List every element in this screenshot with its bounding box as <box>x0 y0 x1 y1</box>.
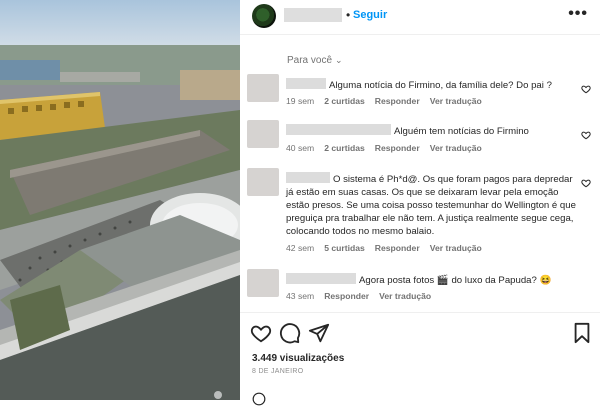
post-header: • Seguir ••• <box>240 0 600 34</box>
comment-time: 19 sem <box>286 96 315 106</box>
commenter-avatar[interactable] <box>247 120 279 148</box>
comment-text-block: Alguém tem notícias do Firmino <box>286 124 578 138</box>
reply-button[interactable]: Responder <box>324 291 369 301</box>
comment-like-heart-icon[interactable] <box>581 130 591 140</box>
commenter-username-redacted[interactable] <box>286 78 326 89</box>
heart-icon[interactable] <box>250 322 272 344</box>
post-side-panel: • Seguir ••• Para você ⌄ Alguma notícia d… <box>240 0 600 406</box>
comment-like-heart-icon[interactable] <box>581 84 591 94</box>
translate-button[interactable]: Ver tradução <box>430 96 482 106</box>
comment-text: O sistema é Ph*d@. Os que foram pagos pa… <box>286 174 576 237</box>
post-actions-bar <box>240 318 600 346</box>
comment-sort-dropdown[interactable]: Para você ⌄ <box>287 55 343 66</box>
commenter-username-redacted[interactable] <box>286 124 391 135</box>
chevron-down-icon: ⌄ <box>335 55 343 65</box>
translate-button[interactable]: Ver tradução <box>430 143 482 153</box>
post-media-image[interactable] <box>0 0 240 400</box>
reply-button[interactable]: Responder <box>375 143 420 153</box>
author-avatar[interactable] <box>252 4 276 28</box>
commenter-avatar[interactable] <box>247 168 279 196</box>
comment-time: 40 sem <box>286 143 315 153</box>
commenter-username-redacted[interactable] <box>286 172 330 183</box>
header-divider <box>240 34 600 35</box>
comment-sort-label: Para você <box>287 55 333 66</box>
comment-time: 43 sem <box>286 291 315 301</box>
comment-likes[interactable]: 2 curtidas <box>324 143 365 153</box>
comment-text: Alguém tem notícias do Firmino <box>394 126 529 137</box>
comment-meta: 19 sem 2 curtidas Responder Ver tradução <box>286 96 492 106</box>
comment-icon[interactable] <box>279 322 301 344</box>
author-username-redacted[interactable] <box>284 8 342 22</box>
translate-button[interactable]: Ver tradução <box>430 243 482 253</box>
follow-button[interactable]: Seguir <box>353 9 387 21</box>
translate-button[interactable]: Ver tradução <box>379 291 431 301</box>
comment-like-heart-icon[interactable] <box>581 178 591 188</box>
post-date: 8 DE JANEIRO <box>252 368 304 375</box>
views-count[interactable]: 3.449 visualizações <box>252 353 344 364</box>
comment-likes[interactable]: 5 curtidas <box>324 243 365 253</box>
more-options-icon[interactable]: ••• <box>568 5 588 23</box>
bookmark-icon[interactable] <box>571 322 593 344</box>
comment-meta: 43 sem Responder Ver tradução <box>286 291 441 301</box>
share-icon[interactable] <box>308 322 330 344</box>
comment-text-block: O sistema é Ph*d@. Os que foram pagos pa… <box>286 172 578 238</box>
comment-likes[interactable]: 2 curtidas <box>324 96 365 106</box>
comment-text: Agora posta fotos 🎬 do luxo da Papuda? 😆 <box>359 275 552 286</box>
separator-dot: • <box>346 8 351 22</box>
commenter-avatar[interactable] <box>247 269 279 297</box>
comment-meta: 42 sem 5 curtidas Responder Ver tradução <box>286 243 492 253</box>
reply-button[interactable]: Responder <box>375 96 420 106</box>
comment-text-block: Agora posta fotos 🎬 do luxo da Papuda? 😆 <box>286 273 578 287</box>
reply-button[interactable]: Responder <box>375 243 420 253</box>
comment-meta: 40 sem 2 curtidas Responder Ver tradução <box>286 143 492 153</box>
comment-text-block: Alguma notícia do Firmino, da família de… <box>286 78 578 92</box>
commenter-avatar[interactable] <box>247 74 279 102</box>
emoji-icon[interactable] <box>252 392 266 406</box>
comment-time: 42 sem <box>286 243 315 253</box>
comment-text: Alguma notícia do Firmino, da família de… <box>329 80 552 91</box>
actions-divider <box>240 312 600 313</box>
commenter-username-redacted[interactable] <box>286 273 356 284</box>
